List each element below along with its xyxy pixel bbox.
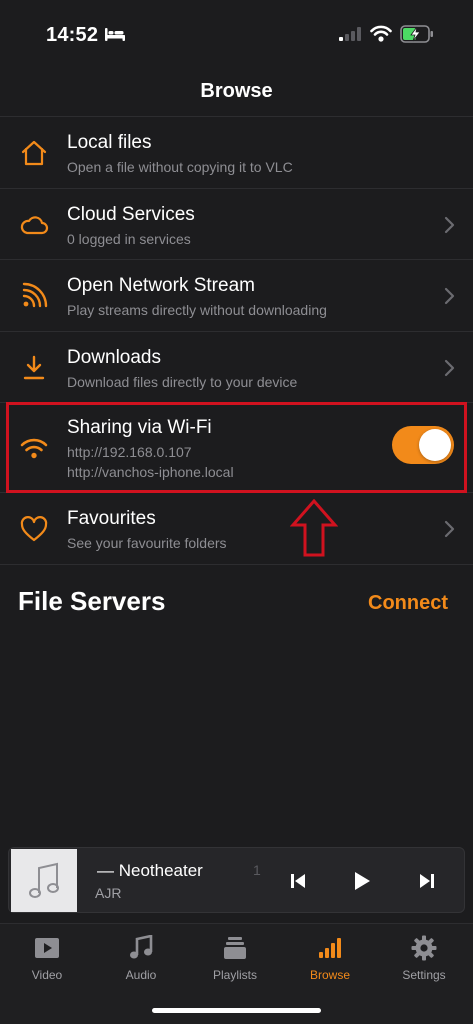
wifi-sharing-ip-address: http://192.168.0.107 xyxy=(67,444,192,460)
previous-track-button[interactable] xyxy=(287,870,309,892)
play-button[interactable] xyxy=(351,870,373,892)
home-icon xyxy=(18,137,50,169)
page-title: Browse xyxy=(200,80,273,102)
browse-bars-icon xyxy=(316,934,344,962)
tab-browse[interactable]: Browse xyxy=(283,924,377,994)
wifi-sharing-hostname: http://vanchos-iphone.local xyxy=(67,464,234,480)
browse-list: Local files Open a file without copying … xyxy=(0,116,473,565)
wifi-status-icon xyxy=(370,25,392,42)
browse-item-network-stream[interactable]: Open Network Stream Play streams directl… xyxy=(0,260,473,332)
skip-forward-icon xyxy=(420,874,434,888)
browse-item-downloads[interactable]: Downloads Download files directly to you… xyxy=(0,332,473,403)
download-icon xyxy=(18,352,50,384)
cloud-icon xyxy=(18,209,50,241)
browse-item-local-files[interactable]: Local files Open a file without copying … xyxy=(0,117,473,189)
gear-icon xyxy=(410,934,438,962)
chevron-right-icon xyxy=(444,359,455,376)
connect-button[interactable]: Connect xyxy=(368,592,448,615)
playlist-icon xyxy=(221,934,249,962)
play-icon xyxy=(355,872,370,890)
toggle-knob xyxy=(419,429,451,461)
mini-player[interactable]: — Neotheater AJR 1 xyxy=(8,847,465,913)
album-art xyxy=(11,849,77,912)
file-servers-title: File Servers xyxy=(18,586,166,616)
next-track-button[interactable] xyxy=(416,870,438,892)
heart-icon xyxy=(18,513,50,545)
tab-label: Audio xyxy=(125,968,157,982)
browse-item-subtitle: Download files directly to your device xyxy=(67,373,298,390)
browse-item-title: Cloud Services xyxy=(67,203,195,225)
browse-item-cloud-services[interactable]: Cloud Services 0 logged in services xyxy=(0,189,473,260)
status-time: 14:52 xyxy=(46,24,99,46)
tab-playlists[interactable]: Playlists xyxy=(188,924,282,994)
browse-item-title: Favourites xyxy=(67,508,156,529)
wifi-icon xyxy=(18,432,50,464)
browse-item-title: Local files xyxy=(67,132,152,153)
chevron-right-icon xyxy=(444,520,455,538)
tab-video[interactable]: Video xyxy=(0,924,94,994)
tab-label: Playlists xyxy=(212,968,257,982)
tab-settings[interactable]: Settings xyxy=(377,924,471,994)
browse-item-title: Sharing via Wi-Fi xyxy=(67,417,212,438)
battery-charging-icon xyxy=(400,25,433,43)
video-icon xyxy=(33,934,61,962)
home-indicator xyxy=(152,1008,321,1013)
now-playing-artist: AJR xyxy=(95,885,122,901)
now-playing-extra: 1 xyxy=(253,862,261,878)
wifi-sharing-toggle[interactable] xyxy=(392,426,454,464)
rss-icon xyxy=(18,280,50,312)
cellular-signal-icon xyxy=(339,27,361,41)
tab-label: Browse xyxy=(309,968,350,982)
music-note-icon xyxy=(127,934,155,962)
status-bar: 14:52 xyxy=(0,0,473,64)
music-note-icon xyxy=(29,862,59,898)
bed-icon xyxy=(105,28,125,41)
browse-item-subtitle: Play streams directly without downloadin… xyxy=(67,302,327,318)
tab-label: Settings xyxy=(402,968,446,982)
browse-item-subtitle: See your favourite folders xyxy=(67,535,227,551)
browse-item-favourites[interactable]: Favourites See your favourite folders xyxy=(0,493,473,565)
browse-item-subtitle: Open a file without copying it to VLC xyxy=(67,159,293,175)
browse-item-subtitle: 0 logged in services xyxy=(67,230,191,247)
tab-label: Video xyxy=(31,968,63,982)
chevron-right-icon xyxy=(444,216,455,233)
browse-item-title: Downloads xyxy=(67,346,161,368)
skip-back-icon xyxy=(291,874,305,888)
browse-item-title: Open Network Stream xyxy=(67,275,255,296)
now-playing-title: — Neotheater xyxy=(97,861,203,880)
browse-item-wifi-sharing: Sharing via Wi-Fi http://192.168.0.107 h… xyxy=(0,403,473,493)
chevron-right-icon xyxy=(444,287,455,305)
tab-audio[interactable]: Audio xyxy=(94,924,188,994)
